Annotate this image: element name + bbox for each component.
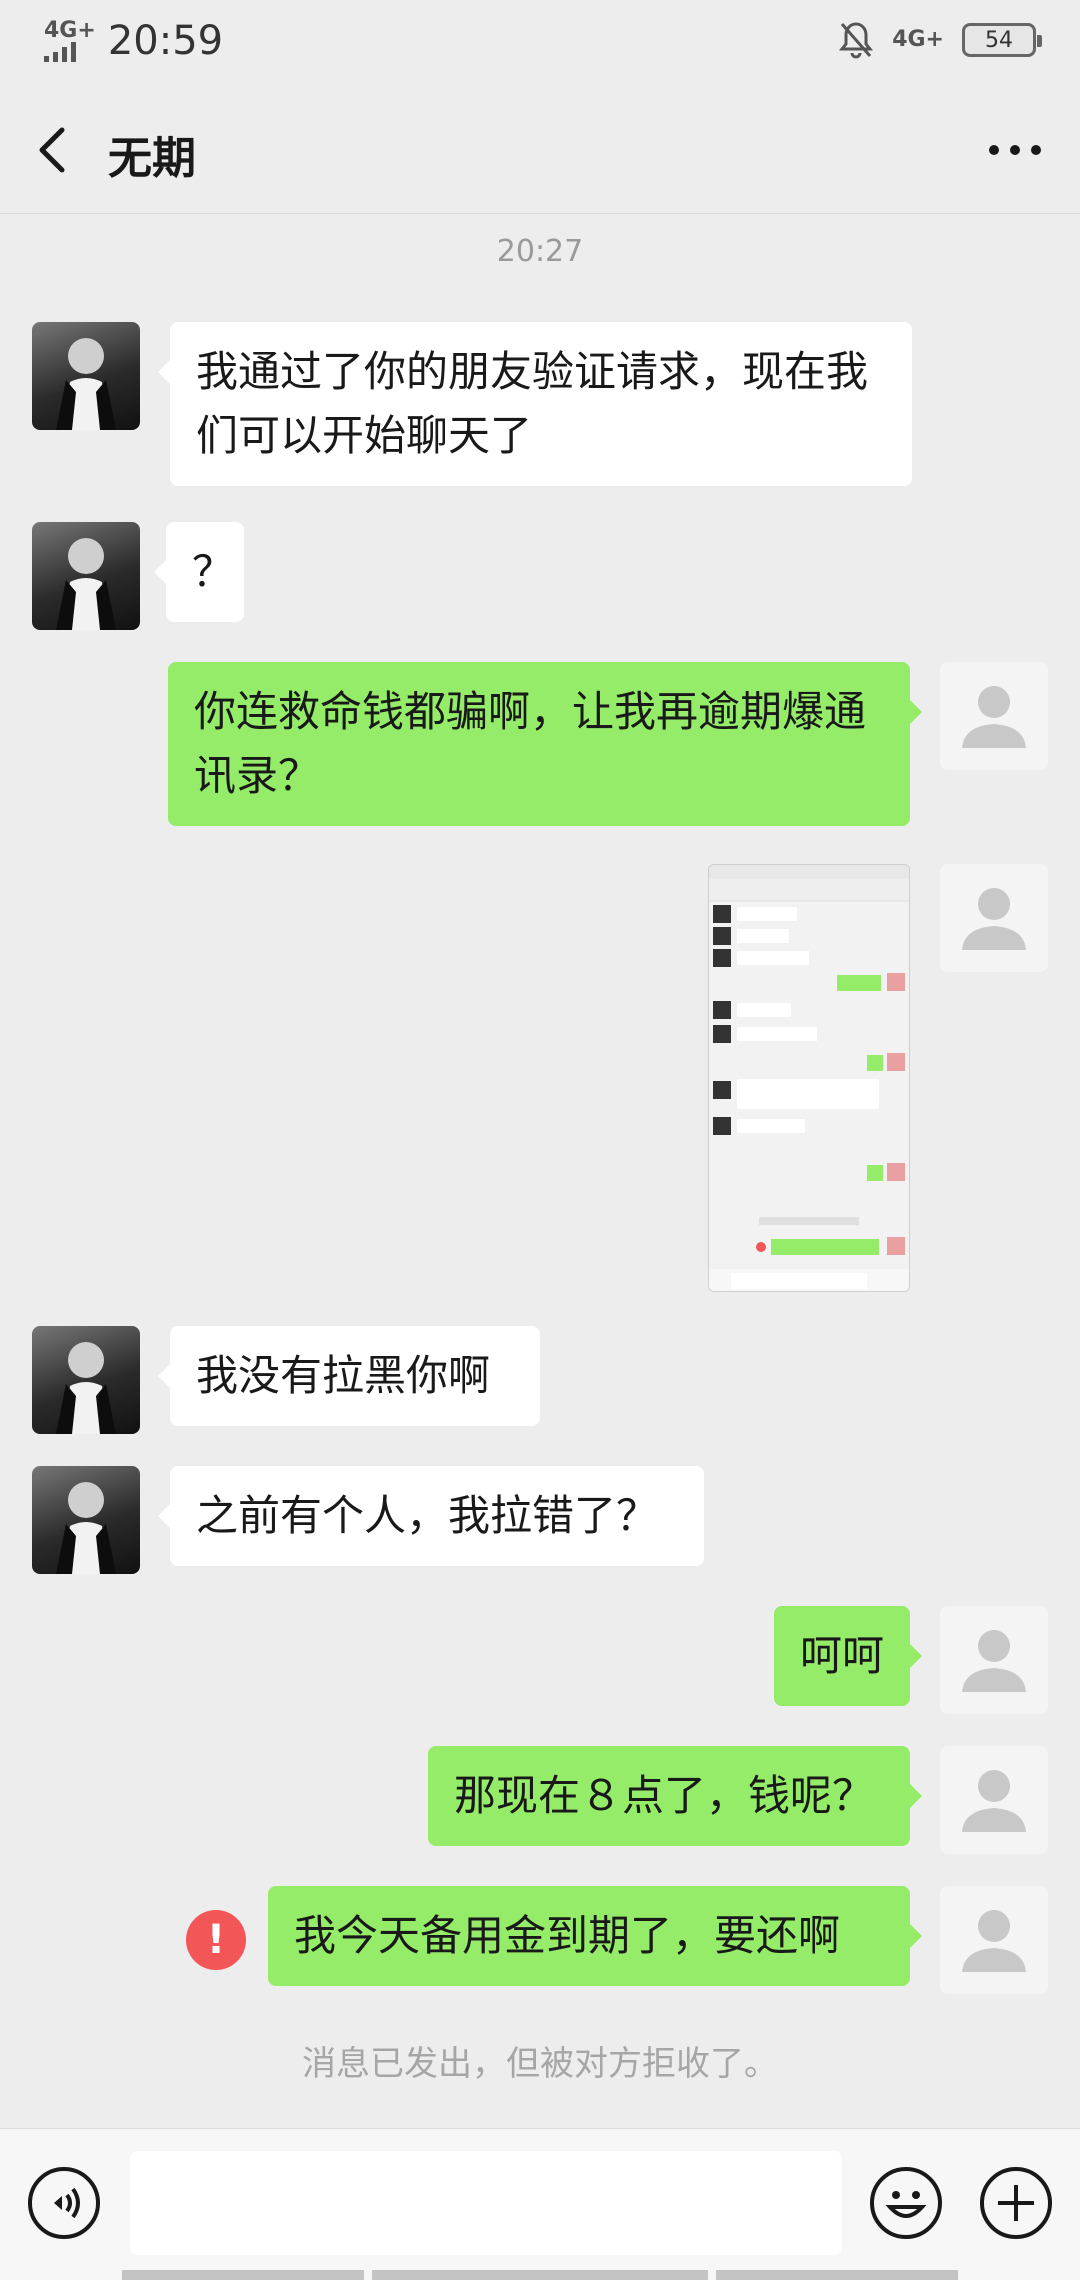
message-bubble[interactable]: 呵呵 — [774, 1606, 922, 1706]
clock: 20:59 — [107, 18, 224, 64]
default-avatar-icon — [962, 1770, 1026, 1832]
my-avatar[interactable] — [940, 864, 1048, 972]
message-bubble[interactable]: ？ — [154, 522, 244, 622]
message-bubble[interactable]: 我没有拉黑你啊 — [158, 1326, 540, 1426]
message-bubble[interactable]: 我通过了你的朋友验证请求，现在我们可以开始聊天了 — [158, 322, 912, 486]
screenshot-image-message[interactable] — [708, 864, 910, 1292]
plus-icon — [998, 2185, 1034, 2221]
status-bar: 4G+ 20:59 4G+ 54 — [0, 0, 1080, 86]
voice-icon — [54, 2187, 80, 2219]
nav-bar-segment — [716, 2270, 958, 2280]
send-failed-icon[interactable]: ! — [186, 1910, 246, 1970]
message-timestamp: 20:27 — [496, 234, 584, 269]
signal-icon: 4G+ — [44, 20, 96, 62]
my-avatar[interactable] — [940, 1746, 1048, 1854]
nav-bar-segment — [372, 2270, 708, 2280]
battery-icon: 54 — [962, 23, 1042, 57]
chat-title: 无期 — [108, 133, 196, 184]
chevron-left-icon — [39, 127, 65, 173]
avatar-person-icon — [56, 1342, 116, 1434]
screenshot-thumbnail — [709, 865, 909, 1291]
network-type-right: 4G+ — [892, 27, 944, 52]
my-avatar[interactable] — [940, 662, 1048, 770]
smiley-icon — [885, 2191, 927, 2218]
avatar-person-icon — [56, 1482, 116, 1574]
message-input[interactable] — [130, 2151, 842, 2255]
contact-avatar[interactable] — [32, 322, 140, 430]
message-bubble[interactable]: 你连救命钱都骗啊，让我再逾期爆通讯录？ — [168, 662, 922, 826]
battery-level: 54 — [985, 27, 1013, 53]
default-avatar-icon — [962, 888, 1026, 950]
contact-avatar[interactable] — [32, 522, 140, 630]
emoji-button[interactable] — [870, 2167, 942, 2239]
message-bubble[interactable]: 我今天备用金到期了，要还啊 — [268, 1886, 922, 1986]
message-bubble[interactable]: 之前有个人，我拉错了？ — [158, 1466, 704, 1566]
default-avatar-icon — [962, 1630, 1026, 1692]
my-avatar[interactable] — [940, 1886, 1048, 1994]
contact-avatar[interactable] — [32, 1326, 140, 1434]
default-avatar-icon — [962, 686, 1026, 748]
more-button[interactable] — [980, 122, 1050, 178]
rejected-notice: 消息已发出，但被对方拒收了。 — [302, 2044, 778, 2084]
nav-bar-segment — [122, 2270, 364, 2280]
back-button[interactable] — [30, 118, 90, 182]
contact-avatar[interactable] — [32, 1466, 140, 1574]
voice-button[interactable] — [28, 2167, 100, 2239]
message-bubble[interactable]: 那现在８点了，钱呢？ — [428, 1746, 922, 1846]
default-avatar-icon — [962, 1910, 1026, 1972]
chat-header: 无期 — [0, 86, 1080, 214]
network-type: 4G+ — [44, 18, 96, 43]
mute-bell-icon — [839, 22, 874, 59]
more-dots-icon — [989, 145, 1041, 155]
input-bar — [0, 2128, 1080, 2280]
avatar-person-icon — [56, 338, 116, 430]
more-functions-button[interactable] — [980, 2167, 1052, 2239]
my-avatar[interactable] — [940, 1606, 1048, 1714]
avatar-person-icon — [56, 538, 116, 630]
